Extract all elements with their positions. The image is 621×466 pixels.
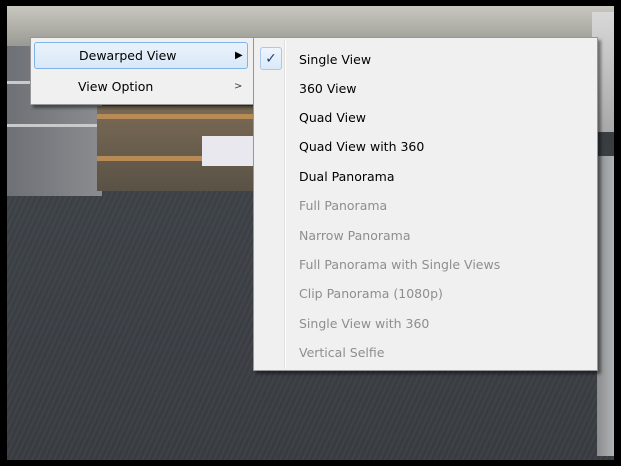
submenu-item-clip-panorama: Clip Panorama (1080p)	[257, 279, 592, 308]
submenu-arrow-icon: >	[234, 81, 243, 92]
submenu-item-label: Quad View with 360	[299, 139, 425, 154]
submenu-arrow-icon: ▶	[235, 50, 243, 61]
checkmark-icon: ✓	[260, 47, 282, 70]
submenu-item-label: Single View with 360	[299, 316, 430, 331]
submenu-item-narrow-panorama: Narrow Panorama	[257, 221, 592, 250]
menu-item-dewarped-view[interactable]: Dewarped View ▶	[34, 42, 248, 69]
submenu-item-quad-view[interactable]: Quad View	[257, 103, 592, 132]
menu-item-view-option[interactable]: View Option >	[34, 73, 248, 100]
submenu-item-label: 360 View	[299, 81, 357, 96]
submenu-item-label: Vertical Selfie	[299, 345, 385, 360]
submenu-item-single-view-with-360: Single View with 360	[257, 309, 592, 338]
submenu-item-label: Quad View	[299, 110, 366, 125]
menu-item-label: View Option	[78, 79, 154, 94]
shelf-board	[97, 114, 262, 119]
desk-stripe	[7, 124, 102, 127]
submenu-item-label: Full Panorama	[299, 198, 388, 213]
submenu-item-360-view[interactable]: 360 View	[257, 74, 592, 103]
submenu-item-label: Narrow Panorama	[299, 228, 411, 243]
submenu-item-quad-view-with-360[interactable]: Quad View with 360	[257, 132, 592, 161]
submenu-item-label: Full Panorama with Single Views	[299, 257, 501, 272]
submenu-item-full-panorama-with-single-views: Full Panorama with Single Views	[257, 250, 592, 279]
submenu-item-dual-panorama[interactable]: Dual Panorama	[257, 162, 592, 191]
submenu-item-full-panorama: Full Panorama	[257, 191, 592, 220]
submenu-item-vertical-selfie: Vertical Selfie	[257, 338, 592, 367]
submenu-item-label: Dual Panorama	[299, 169, 395, 184]
submenu-item-single-view[interactable]: ✓ Single View	[257, 45, 592, 74]
menu-item-label: Dewarped View	[79, 48, 177, 63]
dewarped-view-submenu: ✓ Single View 360 View Quad View Quad Vi…	[253, 37, 598, 371]
post-background	[597, 156, 614, 456]
submenu-item-label: Clip Panorama (1080p)	[299, 286, 443, 301]
context-menu: Dewarped View ▶ View Option >	[30, 37, 254, 105]
submenu-item-label: Single View	[299, 52, 372, 67]
